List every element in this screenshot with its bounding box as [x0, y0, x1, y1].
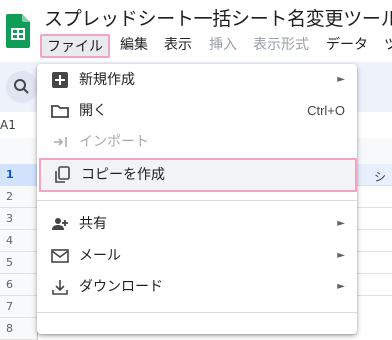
person-add-icon	[52, 218, 68, 230]
file-menu-download-label: ダウンロード	[79, 279, 163, 295]
download-icon	[52, 280, 68, 295]
menu-insert[interactable]: 挿入	[209, 34, 237, 58]
submenu-arrow-icon: ►	[337, 250, 345, 261]
import-arrow-icon	[54, 137, 67, 147]
file-menu-open[interactable]: 開く Ctrl+O	[37, 96, 357, 126]
file-menu-dropdown: 新規作成 ► 開く Ctrl+O インポート コピーを作成 共有 ► メール ►…	[37, 64, 357, 334]
file-menu-share-label: 共有	[79, 216, 107, 232]
row-header-4[interactable]: 4	[0, 230, 38, 252]
search-icon	[14, 79, 29, 94]
row-header-2[interactable]: 2	[0, 186, 38, 208]
menu-file[interactable]: ファイル	[40, 34, 110, 58]
file-menu-email-label: メール	[79, 248, 121, 264]
file-menu-import-label: インポート	[79, 134, 149, 150]
menu-divider	[37, 200, 357, 201]
file-menu-make-copy[interactable]: コピーを作成	[39, 158, 357, 192]
file-menu-new-label: 新規作成	[79, 72, 135, 88]
file-menu-import[interactable]: インポート	[37, 127, 357, 157]
row-header-7[interactable]: 7	[0, 296, 38, 318]
submenu-arrow-icon: ►	[337, 218, 345, 229]
row-header-1[interactable]: 1	[0, 164, 38, 186]
row-header-8[interactable]: 8	[0, 318, 38, 340]
file-menu-new[interactable]: 新規作成 ►	[37, 65, 357, 95]
row-header-5[interactable]: 5	[0, 252, 38, 274]
file-menu-share[interactable]: 共有 ►	[37, 209, 357, 239]
menu-format[interactable]: 表示形式	[253, 34, 309, 58]
menu-tools[interactable]: ツ	[384, 34, 392, 58]
menu-divider	[37, 312, 357, 313]
submenu-arrow-icon: ►	[337, 74, 345, 85]
plus-box-icon	[52, 72, 68, 88]
menu-view[interactable]: 表示	[164, 34, 192, 58]
cell-fragment-right[interactable]: シ	[374, 168, 386, 185]
row-header-6[interactable]: 6	[0, 274, 38, 296]
row-header-3[interactable]: 3	[0, 208, 38, 230]
menu-edit[interactable]: 編集	[120, 34, 148, 58]
submenu-arrow-icon: ►	[337, 281, 345, 292]
document-title[interactable]: スプレッドシート一括シート名変更ツール	[44, 4, 392, 31]
file-menu-open-label: 開く	[79, 103, 107, 119]
name-box[interactable]: A1	[0, 118, 16, 132]
file-menu-make-copy-label: コピーを作成	[81, 167, 165, 183]
sheets-app-icon[interactable]	[6, 14, 30, 48]
file-menu-download[interactable]: ダウンロード ►	[37, 272, 357, 302]
copy-icon	[55, 166, 70, 183]
file-menu-email[interactable]: メール ►	[37, 241, 357, 271]
file-menu-open-shortcut: Ctrl+O	[307, 103, 345, 118]
folder-icon	[51, 105, 69, 118]
menu-data[interactable]: データ	[326, 34, 368, 58]
search-menus-button[interactable]	[6, 71, 38, 103]
mail-icon	[51, 249, 69, 263]
